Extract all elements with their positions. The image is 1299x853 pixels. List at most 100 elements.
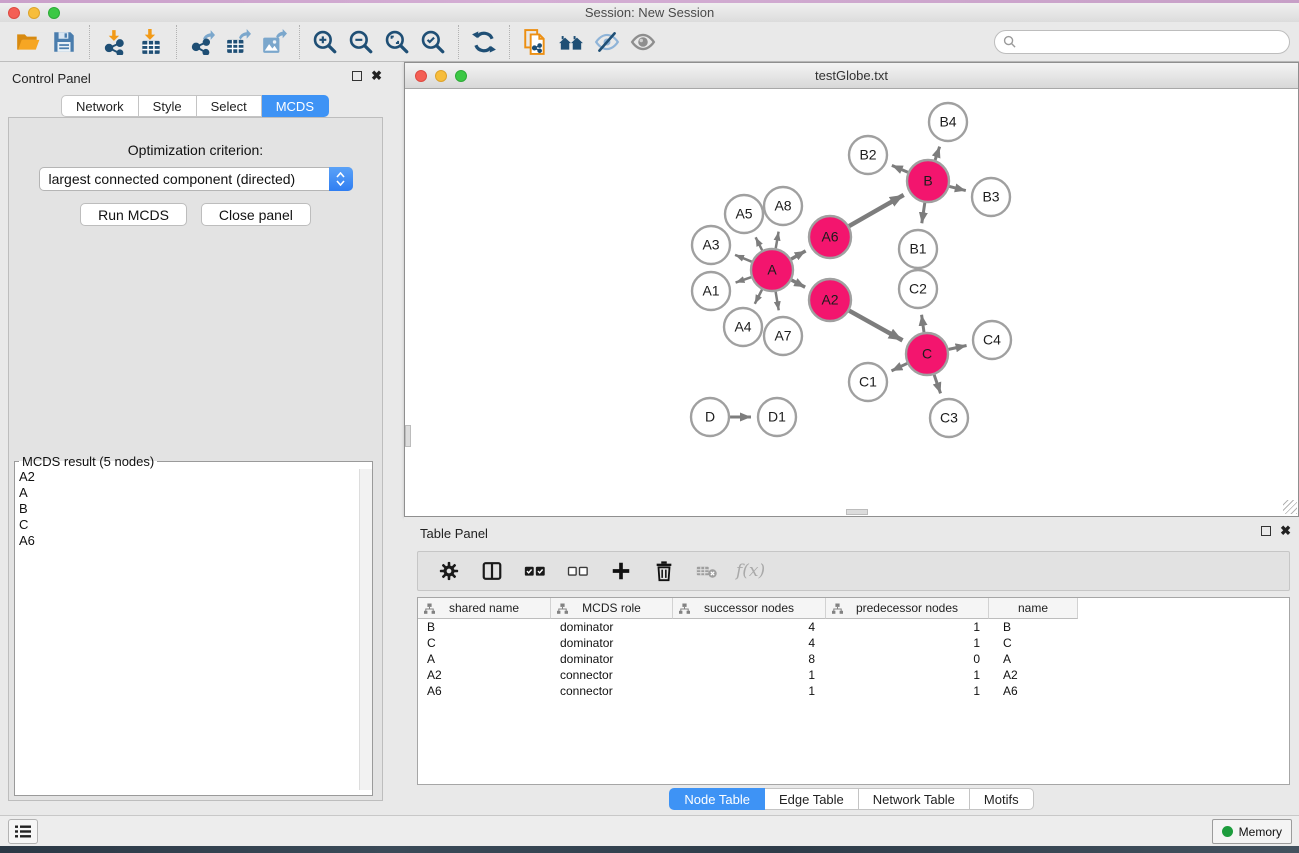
mcds-result-title: MCDS result (5 nodes) — [19, 454, 157, 469]
zoom-fit-button[interactable] — [379, 25, 415, 59]
graph-edge[interactable] — [922, 203, 925, 224]
list-item[interactable]: A — [15, 485, 372, 501]
close-panel-button[interactable]: Close panel — [201, 203, 311, 226]
delete-column-button[interactable] — [650, 557, 678, 585]
table-row[interactable]: A6connector11A6 — [418, 683, 1289, 699]
graph-edge[interactable] — [755, 290, 762, 304]
graph-edge[interactable] — [791, 251, 806, 259]
new-network-from-selection-button[interactable] — [517, 25, 553, 59]
tab-motifs[interactable]: Motifs — [970, 788, 1034, 810]
unselect-all-columns-button[interactable] — [564, 557, 592, 585]
tab-network-table[interactable]: Network Table — [859, 788, 970, 810]
graph-edge[interactable] — [849, 195, 904, 226]
table-row[interactable]: Adominator80A — [418, 651, 1289, 667]
graph-node-label: A4 — [734, 319, 751, 335]
float-panel-icon[interactable] — [1261, 526, 1271, 536]
export-image-button[interactable] — [256, 25, 292, 59]
close-window-button[interactable] — [8, 7, 20, 19]
import-network-button[interactable] — [97, 25, 133, 59]
tab-mcds[interactable]: MCDS — [262, 95, 329, 117]
tab-network[interactable]: Network — [61, 95, 139, 117]
first-neighbors-button[interactable] — [553, 25, 589, 59]
column-header-predecessor-nodes[interactable]: predecessor nodes — [826, 598, 989, 619]
show-columns-button[interactable] — [478, 557, 506, 585]
graph-edge[interactable] — [776, 232, 779, 249]
column-header-successor-nodes[interactable]: successor nodes — [673, 598, 826, 619]
select-all-columns-icon — [524, 560, 546, 582]
zoom-out-button[interactable] — [343, 25, 379, 59]
table-options-button[interactable] — [435, 557, 463, 585]
show-panels-button[interactable] — [8, 819, 38, 844]
show-panel-button[interactable] — [625, 25, 661, 59]
close-panel-icon[interactable]: ✖ — [371, 71, 382, 81]
table-row[interactable]: Bdominator41B — [418, 619, 1289, 635]
tab-edge-table[interactable]: Edge Table — [765, 788, 859, 810]
table-row[interactable]: Cdominator41C — [418, 635, 1289, 651]
network-graph[interactable]: A5A8A3A1A4A7AA6A2BB2B4B3B1CC2C4C1C3DD1 — [405, 89, 1298, 515]
graph-edge[interactable] — [735, 255, 752, 262]
float-panel-icon[interactable] — [352, 71, 362, 81]
save-session-button[interactable] — [46, 25, 82, 59]
import-table-button[interactable] — [133, 25, 169, 59]
graph-edge[interactable] — [849, 311, 902, 341]
graph-node-label: A2 — [821, 292, 838, 308]
mcds-result-list[interactable]: A2 A B C A6 — [15, 469, 372, 791]
optimization-criterion-select[interactable]: largest connected component (directed) — [39, 167, 353, 191]
minimize-network-button[interactable] — [435, 70, 447, 82]
tab-node-table[interactable]: Node Table — [669, 788, 765, 810]
tree-icon — [832, 603, 843, 614]
resize-grip[interactable] — [1283, 500, 1297, 514]
graph-edge[interactable] — [736, 277, 752, 282]
run-mcds-button[interactable]: Run MCDS — [80, 203, 187, 226]
zoom-selected-button[interactable] — [415, 25, 451, 59]
main-toolbar — [0, 22, 1299, 62]
export-table-button[interactable] — [220, 25, 256, 59]
graph-edge[interactable] — [949, 345, 967, 349]
graph-edge[interactable] — [792, 280, 806, 287]
list-item[interactable]: A2 — [15, 469, 372, 485]
graph-edge[interactable] — [891, 363, 907, 370]
column-header-shared-name[interactable]: shared name — [418, 598, 551, 619]
network-canvas[interactable]: A5A8A3A1A4A7AA6A2BB2B4B3B1CC2C4C1C3DD1 — [405, 89, 1298, 515]
graph-edge[interactable] — [922, 315, 924, 332]
result-scrollbar[interactable] — [359, 469, 372, 790]
header-filler — [1078, 598, 1289, 619]
export-network-button[interactable] — [184, 25, 220, 59]
first-neighbors-icon — [558, 29, 584, 55]
graph-node-label: D1 — [768, 409, 786, 425]
toolbar-separator — [176, 25, 177, 59]
column-header-name[interactable]: name — [989, 598, 1078, 619]
open-file-button[interactable] — [10, 25, 46, 59]
select-all-columns-button[interactable] — [521, 557, 549, 585]
list-item[interactable]: C — [15, 517, 372, 533]
tab-style[interactable]: Style — [139, 95, 197, 117]
network-view-window: testGlobe.txt A5A8A3A1A4A7AA6A2BB2B4B3B1… — [404, 62, 1299, 517]
graph-edge[interactable] — [949, 186, 965, 190]
graph-edge[interactable] — [935, 147, 940, 161]
zoom-window-button[interactable] — [48, 7, 60, 19]
network-window-title: testGlobe.txt — [405, 68, 1298, 83]
close-panel-icon[interactable]: ✖ — [1280, 526, 1291, 536]
graph-edge[interactable] — [756, 237, 763, 250]
list-item[interactable]: B — [15, 501, 372, 517]
graph-edge[interactable] — [776, 292, 779, 311]
toolbar-separator — [458, 25, 459, 59]
refresh-layout-button[interactable] — [466, 25, 502, 59]
column-header-mcds-role[interactable]: MCDS role — [551, 598, 673, 619]
zoom-in-button[interactable] — [307, 25, 343, 59]
graph-edge[interactable] — [934, 375, 940, 394]
function-builder-button[interactable]: f(x) — [736, 561, 765, 581]
close-network-button[interactable] — [415, 70, 427, 82]
table-row[interactable]: A2connector11A2 — [418, 667, 1289, 683]
minimize-window-button[interactable] — [28, 7, 40, 19]
list-item[interactable]: A6 — [15, 533, 372, 549]
memory-button[interactable]: Memory — [1212, 819, 1292, 844]
graph-edge[interactable] — [892, 165, 908, 172]
hide-panel-button[interactable] — [589, 25, 625, 59]
export-table-icon — [225, 29, 251, 55]
add-column-button[interactable] — [607, 557, 635, 585]
delete-table-button[interactable] — [693, 557, 721, 585]
tab-select[interactable]: Select — [197, 95, 262, 117]
search-input[interactable] — [1021, 32, 1289, 52]
zoom-network-button[interactable] — [455, 70, 467, 82]
